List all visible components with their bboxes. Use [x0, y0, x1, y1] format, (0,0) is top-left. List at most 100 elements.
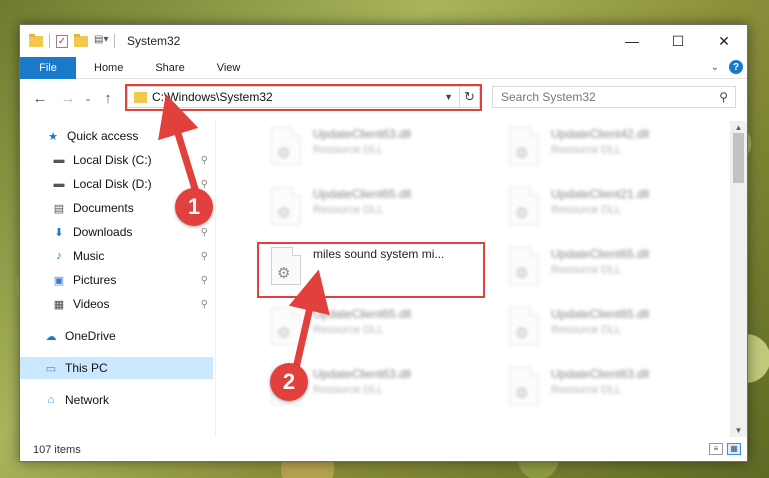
back-arrow-icon[interactable]: ← [30, 90, 50, 107]
expand-ribbon-icon[interactable]: ⌄ [711, 62, 719, 73]
file-type: Resource DLL [551, 144, 622, 156]
file-name: miles sound system mi... [313, 247, 445, 261]
dll-file-icon: ⚙ [271, 187, 301, 225]
minimize-button[interactable]: — [609, 25, 655, 57]
sidebar-item-label: Music [73, 249, 105, 263]
toolbar-divider [114, 34, 115, 48]
sidebar-item-label: Videos [73, 297, 110, 311]
file-list: ⚙ UpdateClient63.dll Resource DLL ⚙ UpdateCl… [233, 121, 731, 437]
dll-file-icon: ⚙ [509, 307, 539, 345]
gear-icon: ⚙ [515, 205, 529, 222]
file-explorer-window: ✓ ▤▾ System32 — ☐ ✕ File Home Share View… [19, 24, 748, 462]
help-icon[interactable]: ? [729, 60, 743, 74]
cloud-icon: ☁ [45, 330, 57, 343]
ribbon-tabs: File Home Share View ⌄ ? [20, 56, 747, 79]
file-meta: UpdateClient65.dll Resource DLL [551, 247, 649, 276]
tab-share[interactable]: Share [139, 62, 200, 74]
gear-icon: ⚙ [277, 205, 291, 222]
pin-icon[interactable]: ⚲ [201, 155, 208, 166]
toolbar-divider [49, 34, 50, 48]
file-item[interactable]: ⚙ UpdateClient42.dll Resource DLL [499, 123, 719, 173]
window-title: System32 [127, 34, 181, 48]
pin-icon[interactable]: ⚲ [201, 179, 208, 190]
customize-toolbar-icon[interactable]: ▤▾ [94, 34, 108, 48]
sidebar-item-label: Local Disk (C:) [73, 153, 152, 167]
file-item[interactable]: ⚙ UpdateClient21.dll Resource DLL [499, 183, 719, 233]
scroll-up-icon[interactable]: ▲ [730, 123, 747, 132]
gear-icon: ⚙ [277, 265, 291, 282]
window-controls: — ☐ ✕ [609, 25, 747, 57]
drive-icon: ▬ [53, 154, 65, 166]
file-name: UpdateClient65.dll [313, 187, 412, 201]
up-arrow-icon[interactable]: ↑ [98, 90, 118, 107]
tab-file[interactable]: File [20, 56, 76, 79]
folder-icon[interactable] [29, 33, 43, 47]
new-folder-icon[interactable] [74, 33, 88, 47]
file-type: Resource DLL [313, 384, 384, 396]
dll-file-icon: ⚙ [509, 127, 539, 165]
sidebar-item-network[interactable]: ⌂ Network [20, 389, 213, 411]
sidebar-item-this-pc[interactable]: ▭ This PC [20, 357, 213, 379]
tiles-view-icon[interactable]: ▦ [727, 443, 741, 455]
item-count: 107 items [33, 444, 81, 456]
file-name: UpdateClient65.dll [551, 307, 650, 321]
dll-file-icon: ⚙ [271, 307, 301, 345]
drive-icon: ▬ [53, 178, 65, 190]
file-name: UpdateClient63.dll [313, 367, 412, 381]
sidebar-item-local-disk-c[interactable]: ▬ Local Disk (C:) ⚲ [20, 149, 213, 171]
recent-locations-icon[interactable]: ⌄ [78, 93, 98, 104]
sidebar-item-pictures[interactable]: ▣ Pictures ⚲ [20, 269, 213, 291]
computer-icon: ▭ [45, 362, 57, 375]
file-item[interactable]: ⚙ UpdateClient65.dll Resource DLL [499, 243, 719, 293]
sidebar-item-quick-access[interactable]: ★ Quick access [20, 125, 213, 147]
file-item[interactable]: ⚙ UpdateClient65.dll Resource DLL [499, 303, 719, 353]
pin-icon[interactable]: ⚲ [201, 299, 208, 310]
details-view-icon[interactable]: ≡ [709, 443, 723, 455]
file-item[interactable]: ⚙ UpdateClient63.dll Resource DLL [499, 363, 719, 413]
forward-arrow-icon[interactable]: → [58, 90, 78, 107]
tab-home[interactable]: Home [78, 62, 139, 74]
title-bar: ✓ ▤▾ System32 — ☐ ✕ [20, 25, 747, 57]
pin-icon[interactable]: ⚲ [201, 251, 208, 262]
pin-icon[interactable]: ⚲ [201, 275, 208, 286]
maximize-button[interactable]: ☐ [655, 25, 701, 57]
sidebar-item-music[interactable]: ♪ Music ⚲ [20, 245, 213, 267]
scrollbar-thumb[interactable] [733, 133, 744, 183]
sidebar-item-label: Network [65, 393, 110, 407]
properties-icon[interactable]: ✓ [56, 34, 68, 48]
file-type: Resource DLL [551, 264, 622, 276]
scroll-down-icon[interactable]: ▼ [730, 426, 747, 435]
file-type: Resource DLL [551, 324, 622, 336]
pictures-icon: ▣ [53, 274, 65, 287]
file-item[interactable]: ⚙ UpdateClient65.dll Resource DLL [261, 303, 481, 353]
gear-icon: ⚙ [515, 385, 529, 402]
sidebar-item-downloads[interactable]: ⬇ Downloads ⚲ [20, 221, 213, 243]
address-highlight-box [125, 84, 482, 111]
file-name: UpdateClient63.dll [551, 367, 650, 381]
gear-icon: ⚙ [515, 325, 529, 342]
pin-icon[interactable]: ⚲ [201, 227, 208, 238]
file-meta: UpdateClient65.dll Resource DLL [313, 307, 411, 336]
file-meta: UpdateClient65.dll Resource DLL [313, 187, 411, 216]
tab-view[interactable]: View [201, 62, 257, 74]
sidebar-item-label: Documents [73, 201, 134, 215]
vertical-scrollbar[interactable]: ▲ ▼ [730, 121, 747, 437]
file-item[interactable]: ⚙ UpdateClient63.dll Resource DLL [261, 123, 481, 173]
dll-file-icon: ⚙ [271, 127, 301, 165]
sidebar-item-videos[interactable]: ▦ Videos ⚲ [20, 293, 213, 315]
close-button[interactable]: ✕ [701, 25, 747, 57]
dll-file-icon: ⚙ [509, 247, 539, 285]
dll-file-icon: ⚙ [509, 367, 539, 405]
gear-icon: ⚙ [515, 265, 529, 282]
file-name: UpdateClient63.dll [313, 127, 412, 141]
navigation-pane: ★ Quick access ▬ Local Disk (C:) ⚲ ▬ Local Dis… [20, 121, 216, 437]
sidebar-item-onedrive[interactable]: ☁ OneDrive [20, 325, 213, 347]
file-type: Resource DLL [313, 324, 384, 336]
search-placeholder: Search System32 [501, 90, 596, 104]
file-item[interactable]: ⚙ UpdateClient65.dll Resource DLL [261, 183, 481, 233]
sidebar-item-label: Quick access [67, 129, 139, 143]
step-badge-2: 2 [270, 363, 308, 401]
file-item[interactable]: ⚙ miles sound system mi... [261, 243, 481, 293]
search-input[interactable]: Search System32 ⚲ [492, 86, 736, 108]
file-name: UpdateClient21.dll [551, 187, 650, 201]
